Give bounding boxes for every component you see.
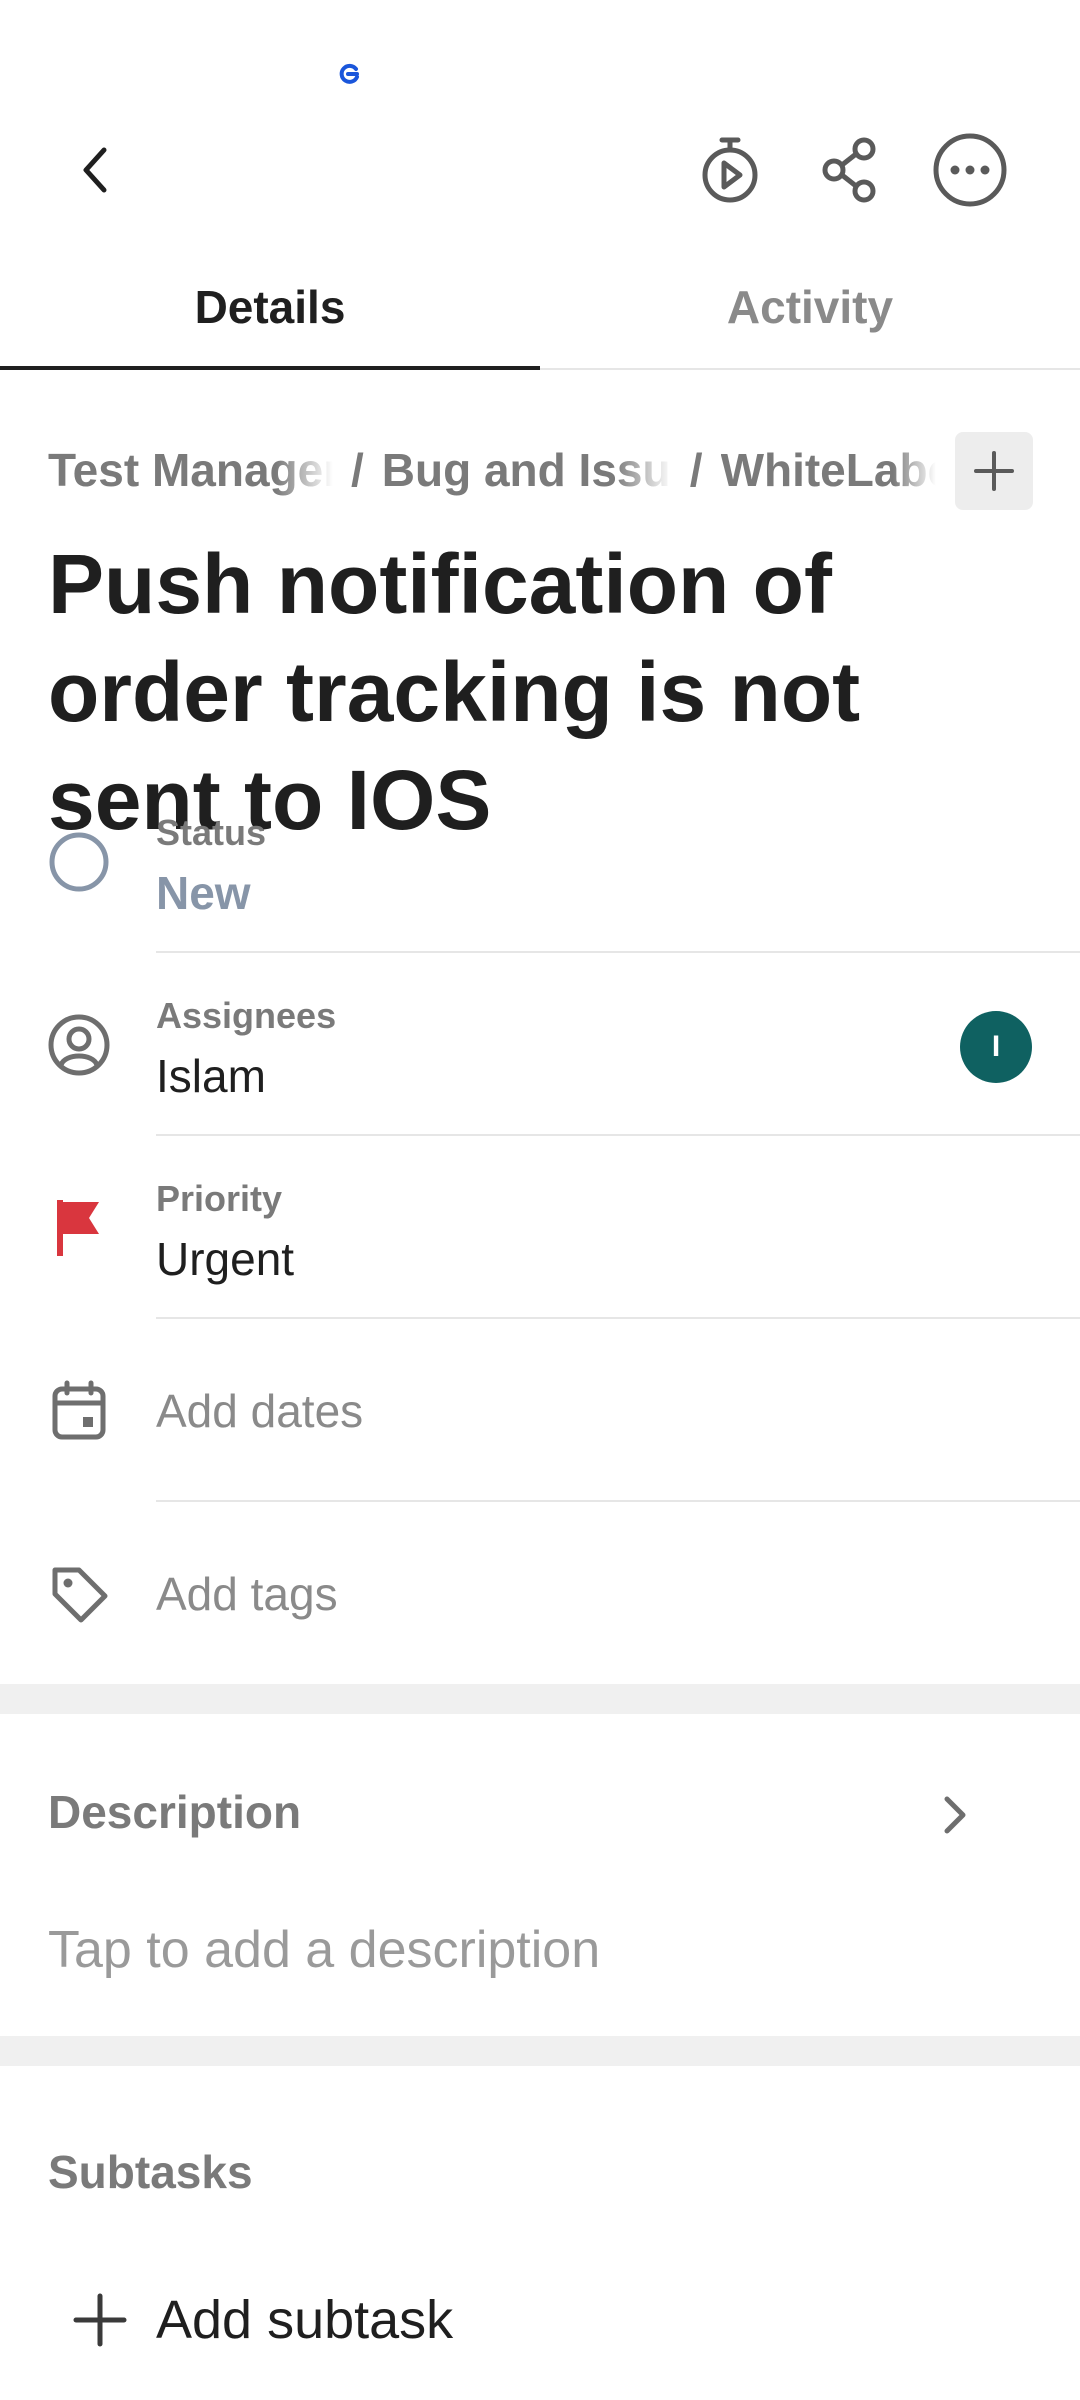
tags-field[interactable]: Add tags <box>0 1502 1080 1685</box>
add-subtask-button[interactable]: Add subtask <box>60 2275 453 2365</box>
add-subtask-label: Add subtask <box>156 2290 454 2350</box>
tab-activity-label: Activity <box>726 280 894 333</box>
section-divider <box>0 1684 1080 1714</box>
chevron-right-icon[interactable] <box>930 1780 980 1850</box>
priority-field[interactable]: Priority Urgent <box>0 1136 1080 1319</box>
plus-icon <box>974 451 1014 491</box>
timer-play-icon <box>702 137 758 203</box>
breadcrumb-separator: / <box>689 444 703 496</box>
flag-icon <box>44 1193 114 1263</box>
status-label: Status <box>156 812 267 853</box>
status-field[interactable]: Status New <box>0 770 1080 953</box>
description-input[interactable]: Tap to add a description <box>48 1920 600 1980</box>
timer-button[interactable] <box>690 130 770 210</box>
tab-bar: Details Activity <box>0 245 1080 370</box>
breadcrumb: Test Management / Bug and Issues / White… <box>48 430 1048 510</box>
description-header[interactable]: Description <box>48 1785 301 1839</box>
avatar[interactable]: I <box>960 1011 1032 1083</box>
active-tab-indicator <box>0 366 540 370</box>
status-value: New <box>156 867 251 919</box>
tag-icon <box>44 1559 114 1629</box>
back-arrow-icon <box>83 147 107 193</box>
tab-activity[interactable]: Activity <box>540 245 1080 368</box>
share-icon <box>822 137 876 203</box>
loading-spinner-icon <box>336 60 364 88</box>
tab-details[interactable]: Details <box>0 245 540 368</box>
more-options-button[interactable] <box>930 130 1010 210</box>
plus-icon <box>60 2275 140 2365</box>
breadcrumb-separator: / <box>351 444 364 496</box>
tab-details-label: Details <box>194 280 346 333</box>
assignees-field[interactable]: Assignees Islam I <box>0 953 1080 1136</box>
add-location-button[interactable] <box>955 432 1033 510</box>
section-divider <box>0 2036 1080 2066</box>
status-circle-icon <box>44 827 114 897</box>
share-button[interactable] <box>810 130 890 210</box>
add-dates-placeholder: Add dates <box>156 1384 364 1437</box>
subtasks-header: Subtasks <box>48 2146 253 2198</box>
user-circle-icon <box>44 1010 114 1080</box>
more-horizontal-icon <box>933 133 1007 207</box>
priority-value: Urgent <box>156 1233 295 1285</box>
breadcrumb-item-folder[interactable]: Bug and Issues <box>382 443 672 497</box>
back-button[interactable] <box>50 130 140 210</box>
priority-label: Priority <box>156 1178 283 1219</box>
assignees-label: Assignees <box>156 995 337 1036</box>
calendar-icon <box>44 1376 114 1446</box>
breadcrumb-item-list[interactable]: WhiteLabel <box>721 443 936 497</box>
dates-field[interactable]: Add dates <box>0 1319 1080 1502</box>
add-tags-placeholder: Add tags <box>156 1567 338 1620</box>
assignees-value: Islam <box>156 1050 266 1102</box>
top-app-bar <box>0 110 1080 230</box>
breadcrumb-item-space[interactable]: Test Management <box>48 443 333 497</box>
